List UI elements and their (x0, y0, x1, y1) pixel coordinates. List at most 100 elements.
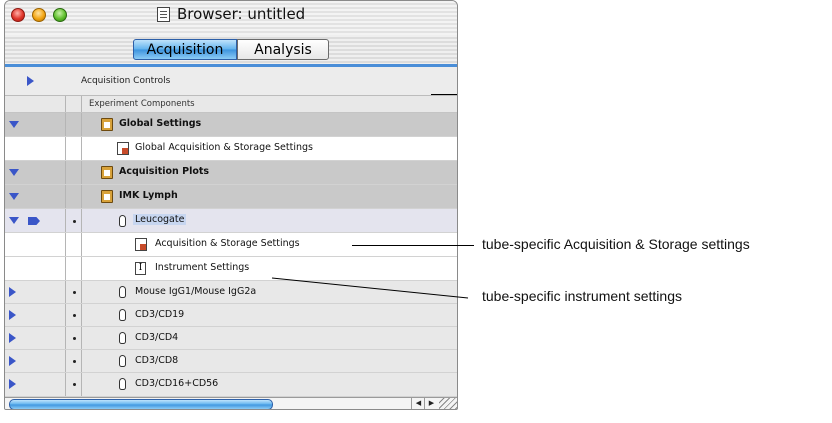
global-settings-label: Global Settings (119, 118, 202, 129)
current-tube-pointer-icon (28, 217, 40, 225)
column-separator (81, 327, 82, 349)
column-separator (65, 161, 66, 184)
annotation-instrument: tube-specific instrument settings (482, 288, 682, 304)
column-separator (81, 304, 82, 326)
column-separator (65, 281, 66, 303)
column-separator (65, 373, 66, 396)
instrument-settings-icon: I (135, 262, 146, 275)
zoom-button[interactable] (53, 8, 67, 22)
tree-row-tube[interactable]: CD3/CD16+CD56 (5, 373, 457, 397)
acquisition-settings-icon (135, 238, 147, 251)
column-separator (65, 96, 66, 112)
browser-window: Browser: untitled Acquisition Analysis A… (4, 0, 458, 410)
acquisition-settings-icon (117, 142, 129, 155)
tube-icon (119, 215, 126, 227)
column-separator (65, 257, 66, 280)
window-title: Browser: untitled (177, 5, 306, 23)
experiment-components-label: Experiment Components (89, 99, 195, 109)
column-separator (65, 113, 66, 136)
disclosure-triangle-icon[interactable] (27, 76, 34, 86)
bullet (73, 383, 76, 386)
scroll-right-arrow-icon[interactable]: ▶ (424, 398, 438, 409)
tree-row-global-settings[interactable]: Global Settings (5, 113, 457, 137)
column-separator (81, 257, 82, 280)
column-separator (81, 161, 82, 184)
column-separator (81, 113, 82, 136)
disclosure-triangle-icon[interactable] (9, 193, 19, 200)
bullet (73, 337, 76, 340)
acquisition-plots-label: Acquisition Plots (119, 166, 210, 177)
tree-row-acquisition-plots[interactable]: Acquisition Plots (5, 161, 457, 185)
tube-selected-label: Leucogate (133, 214, 187, 225)
column-separator (65, 350, 66, 372)
tree-row-tube[interactable]: CD3/CD8 (5, 350, 457, 373)
bullet (73, 360, 76, 363)
callout-line-instrument (271, 277, 469, 299)
disclosure-triangle-icon[interactable] (9, 333, 16, 343)
tube-icon (119, 378, 126, 390)
column-separator (65, 185, 66, 208)
disclosure-triangle-icon[interactable] (9, 379, 16, 389)
minimize-button[interactable] (32, 8, 46, 22)
specimen-icon (101, 190, 113, 203)
close-button[interactable] (11, 8, 25, 22)
tube-icon (119, 309, 126, 321)
tube-icon (119, 332, 126, 344)
title-bar[interactable]: Browser: untitled (5, 1, 457, 35)
tube-icon (119, 355, 126, 367)
column-separator (81, 185, 82, 208)
tree-row-global-acq-storage[interactable]: Global Acquisition & Storage Settings (5, 137, 457, 161)
column-separator (81, 350, 82, 372)
tab-bar: Acquisition Analysis (5, 35, 457, 65)
disclosure-triangle-icon[interactable] (9, 169, 19, 176)
tube-label: CD3/CD4 (135, 332, 179, 343)
column-separator (81, 137, 82, 160)
divider (431, 94, 457, 95)
column-separator (65, 327, 66, 349)
tube-label: Mouse IgG1/Mouse IgG2a (135, 286, 257, 297)
column-separator (81, 281, 82, 303)
acquisition-controls-label: Acquisition Controls (81, 76, 171, 86)
tube-label: CD3/CD8 (135, 355, 179, 366)
column-separator (65, 304, 66, 326)
specimen-label: IMK Lymph (119, 190, 178, 201)
bullet (73, 220, 76, 223)
global-acq-storage-label: Global Acquisition & Storage Settings (135, 142, 313, 153)
tube-icon (119, 286, 126, 298)
disclosure-triangle-icon[interactable] (9, 356, 16, 366)
disclosure-triangle-icon[interactable] (9, 287, 16, 297)
tree-row-tube-selected[interactable]: Leucogate (5, 209, 457, 233)
tab-analysis[interactable]: Analysis (237, 39, 329, 60)
annotation-acq-storage: tube-specific Acquisition & Storage sett… (482, 236, 750, 252)
acquisition-plots-icon (101, 166, 113, 179)
resize-grip-icon[interactable] (439, 398, 457, 409)
disclosure-triangle-icon[interactable] (9, 121, 19, 128)
document-icon (157, 7, 170, 22)
bullet (73, 314, 76, 317)
scrollbar-thumb[interactable] (9, 399, 273, 409)
column-separator (81, 96, 82, 112)
tube-label: CD3/CD19 (135, 309, 185, 320)
global-settings-icon (101, 118, 113, 131)
column-separator (65, 233, 66, 256)
disclosure-triangle-icon[interactable] (9, 310, 16, 320)
tree-row-tube[interactable]: CD3/CD19 (5, 304, 457, 327)
column-separator (65, 137, 66, 160)
disclosure-triangle-icon[interactable] (9, 217, 19, 224)
tube-instrument-label: Instrument Settings (155, 262, 250, 273)
column-separator (65, 209, 66, 232)
tube-label: CD3/CD16+CD56 (135, 378, 219, 389)
column-separator (81, 233, 82, 256)
column-separator (81, 209, 82, 232)
callout-line-acq-storage (456, 245, 474, 246)
bullet (73, 291, 76, 294)
tube-acq-storage-label: Acquisition & Storage Settings (155, 238, 300, 249)
tree-row-specimen[interactable]: IMK Lymph (5, 185, 457, 209)
tree-row-tube[interactable]: CD3/CD4 (5, 327, 457, 350)
callout-line-acq-storage (352, 245, 456, 246)
tab-acquisition[interactable]: Acquisition (133, 39, 237, 60)
horizontal-scrollbar[interactable]: ◀ ▶ (5, 397, 457, 409)
scroll-left-arrow-icon[interactable]: ◀ (411, 398, 425, 409)
column-separator (81, 373, 82, 396)
acquisition-controls-section[interactable]: Acquisition Controls (5, 67, 457, 96)
